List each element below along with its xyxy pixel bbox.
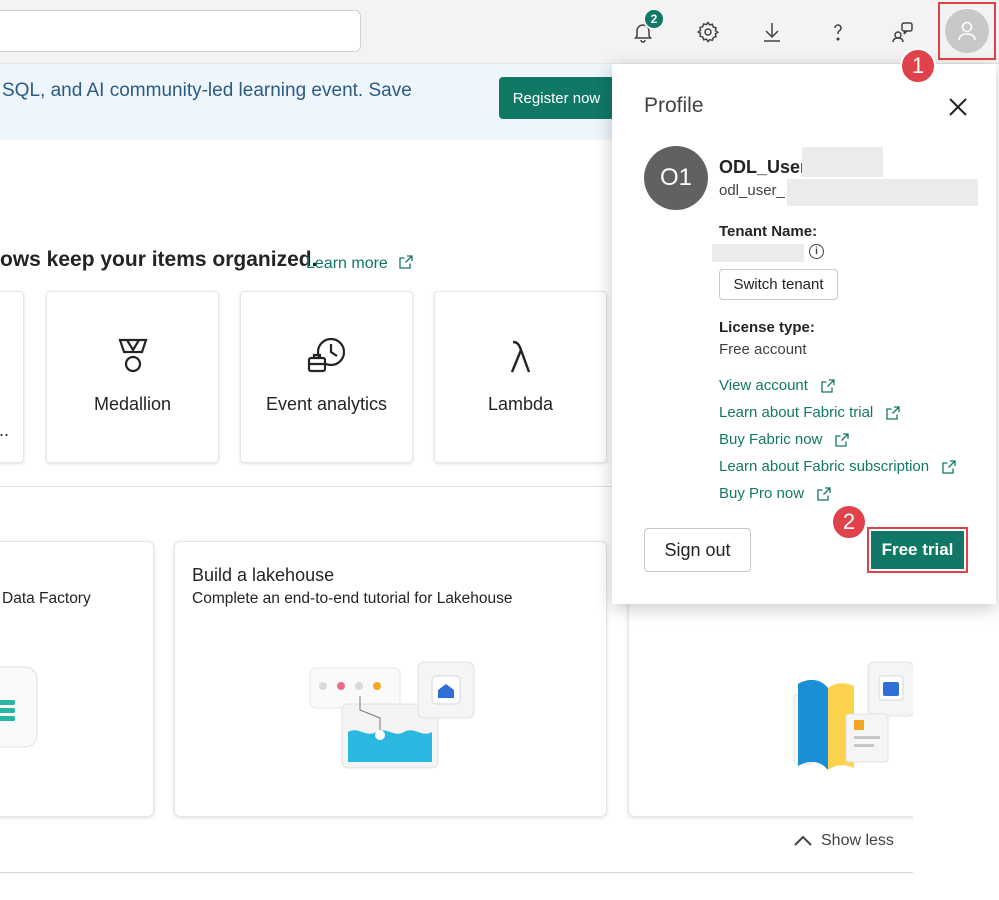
external-link-icon — [821, 378, 835, 393]
notification-badge: 2 — [643, 8, 665, 30]
register-now-button[interactable]: Register now — [499, 77, 614, 119]
tutorial-desc: Complete an end-to-end tutorial for Lake… — [192, 590, 513, 607]
learn-fabric-trial-link[interactable]: Learn about Fabric trial — [719, 404, 901, 421]
medal-icon — [117, 338, 148, 373]
section-divider — [0, 486, 612, 487]
help-button[interactable] — [822, 14, 854, 50]
task-card-label: Medallion — [93, 394, 172, 414]
top-bar: 2 — [0, 0, 999, 64]
info-icon[interactable]: i — [809, 244, 824, 259]
task-card-partial[interactable]: .. — [0, 291, 24, 463]
redacted-name — [802, 147, 883, 177]
profile-email: odl_user_ — [719, 182, 785, 199]
tutorial-title: Build a lakehouse — [192, 565, 335, 585]
task-card-label: Lambda — [487, 394, 554, 414]
profile-avatar: O1 — [644, 146, 708, 210]
sign-out-button[interactable]: Sign out — [644, 528, 751, 572]
external-link-icon — [886, 405, 900, 420]
view-account-link[interactable]: View account — [719, 377, 836, 394]
tenant-label: Tenant Name: — [719, 223, 818, 240]
tutorial-desc: Data Factory — [2, 590, 91, 607]
external-link-icon — [817, 486, 831, 501]
help-icon — [834, 24, 842, 41]
gear-icon — [696, 21, 720, 43]
task-card-label: Event analytics — [265, 394, 388, 414]
notifications-button[interactable]: 2 — [627, 8, 665, 50]
download-button[interactable] — [756, 14, 788, 50]
profile-name: ODL_User — [719, 157, 808, 177]
link-label: Learn about Fabric trial — [719, 404, 874, 421]
license-label: License type: — [719, 319, 815, 336]
link-label: Buy Pro now — [719, 485, 805, 502]
tutorial-card-build-lakehouse[interactable]: Build a lakehouse Complete an end-to-end… — [174, 541, 607, 817]
lambda-icon — [510, 340, 530, 373]
external-link-icon — [942, 459, 956, 474]
data-factory-illustration — [0, 666, 38, 748]
close-button[interactable] — [945, 94, 971, 120]
link-label: Buy Fabric now — [719, 431, 823, 448]
feedback-icon — [892, 22, 913, 43]
avatar — [945, 9, 989, 53]
search-input[interactable] — [0, 10, 361, 52]
profile-title: Profile — [644, 94, 704, 117]
feedback-button[interactable] — [886, 14, 918, 50]
free-trial-button[interactable]: Free trial — [871, 531, 964, 569]
learn-fabric-subscription-link[interactable]: Learn about Fabric subscription — [719, 458, 957, 475]
external-link-icon — [835, 432, 850, 447]
learn-more-label: Learn more — [306, 255, 388, 272]
user-icon — [958, 21, 976, 41]
section-heading: ows keep your items organized. — [0, 248, 318, 271]
callout-2: 2 — [831, 504, 867, 540]
settings-button[interactable] — [692, 14, 724, 50]
task-card-lambda[interactable]: Lambda — [434, 291, 607, 463]
callout-1: 1 — [900, 48, 936, 84]
partial-card-text: .. — [0, 420, 10, 440]
task-card-medallion[interactable]: Medallion — [46, 291, 219, 463]
external-link-icon — [399, 255, 413, 269]
link-label: View account — [719, 377, 808, 394]
banner-text: SQL, and AI community-led learning event… — [2, 80, 412, 101]
link-label: Learn about Fabric subscription — [719, 458, 930, 475]
profile-panel: Profile O1 ODL_User odl_user_ Tenant Nam… — [612, 64, 996, 604]
download-icon — [764, 23, 780, 42]
show-less-button[interactable]: Show less — [793, 832, 894, 850]
task-card-event-analytics[interactable]: Event analytics — [240, 291, 413, 463]
free-trial-highlight: Free trial — [867, 527, 968, 573]
switch-tenant-button[interactable]: Switch tenant — [719, 269, 838, 300]
tutorial-card-data-factory[interactable]: Data Factory — [0, 541, 154, 817]
chevron-up-icon — [794, 835, 812, 846]
redacted-tenant — [712, 244, 804, 262]
buy-pro-link[interactable]: Buy Pro now — [719, 485, 832, 502]
lakehouse-illustration — [309, 661, 475, 769]
learn-more-link[interactable]: Learn more — [306, 254, 414, 273]
account-button[interactable] — [938, 2, 996, 60]
show-less-label: Show less — [821, 832, 894, 849]
close-icon — [949, 98, 967, 116]
license-value: Free account — [719, 341, 807, 358]
event-analytics-icon — [307, 337, 345, 373]
redacted-email — [787, 179, 978, 206]
bottom-divider — [0, 872, 913, 873]
buy-fabric-link[interactable]: Buy Fabric now — [719, 431, 850, 448]
report-illustration — [793, 661, 915, 770]
